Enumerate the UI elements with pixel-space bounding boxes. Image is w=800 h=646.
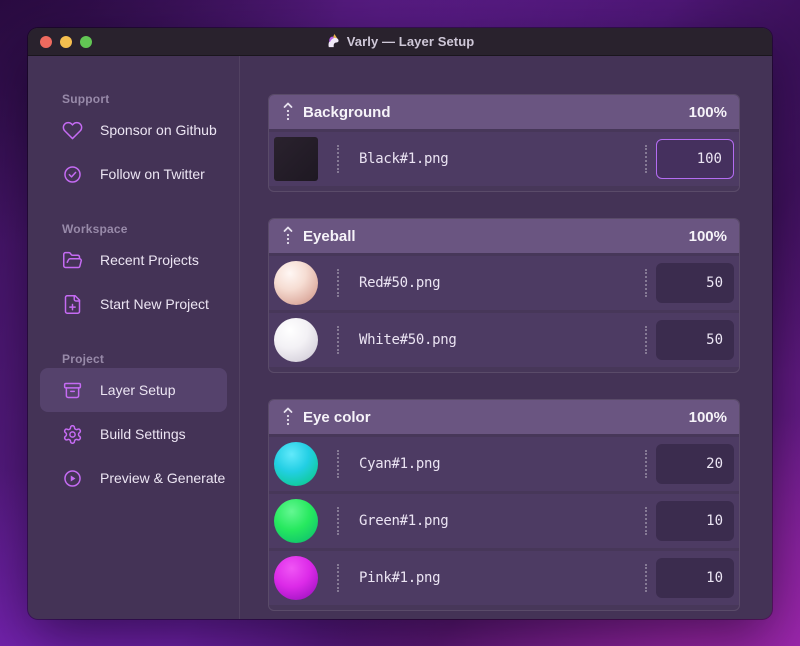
dotted-divider bbox=[645, 507, 647, 535]
traffic-lights bbox=[40, 28, 92, 55]
file-plus-icon bbox=[62, 294, 83, 315]
folder-open-icon bbox=[62, 250, 83, 271]
sidebar-item-label: Follow on Twitter bbox=[100, 166, 205, 182]
layer-filename: Red#50.png bbox=[359, 275, 441, 291]
layer-group-eyeball: Eyeball 100% Red#50.png White#50.png bbox=[268, 218, 740, 373]
layer-group-weight: 100% bbox=[688, 227, 727, 245]
layer-row: Green#1.png bbox=[269, 494, 739, 548]
layer-thumbnail-white-sphere bbox=[274, 318, 318, 362]
layer-group-eye-color: Eye color 100% Cyan#1.png Green#1.png bbox=[268, 399, 740, 611]
sidebar-item-label: Build Settings bbox=[100, 426, 186, 442]
layer-setup-panel: Background 100% Black#1.png 100 Eyeball … bbox=[240, 56, 772, 619]
layer-thumbnail-cyan-sphere bbox=[274, 442, 318, 486]
dotted-divider bbox=[337, 450, 339, 478]
section-title: Support bbox=[62, 92, 110, 106]
gear-icon bbox=[62, 424, 83, 445]
dotted-divider bbox=[645, 269, 647, 297]
layer-weight-input[interactable] bbox=[656, 139, 734, 179]
sidebar: Support Sponsor on Github Follow on Twit… bbox=[28, 56, 240, 619]
dotted-divider bbox=[337, 564, 339, 592]
badge-check-icon bbox=[62, 164, 83, 185]
layer-row: Red#50.png bbox=[269, 256, 739, 310]
sidebar-item-sponsor-on-github[interactable]: Sponsor on Github bbox=[40, 108, 227, 152]
app-window: Varly — Layer Setup Support Sponsor on G… bbox=[28, 28, 772, 619]
layer-group-weight: 100% bbox=[688, 408, 727, 426]
unicorn-icon bbox=[328, 34, 339, 48]
sidebar-item-label: Layer Setup bbox=[100, 382, 176, 398]
drag-handle-icon[interactable] bbox=[282, 406, 294, 428]
drag-handle-icon[interactable] bbox=[282, 101, 294, 123]
section-title: Workspace bbox=[62, 222, 128, 236]
layer-group-header: Background 100% bbox=[269, 95, 739, 129]
play-circle-icon bbox=[62, 468, 83, 489]
section-title: Project bbox=[62, 352, 105, 366]
layer-group-title: Eye color bbox=[303, 408, 371, 426]
sidebar-section-project: Project Layer Setup Build Settings Previ… bbox=[28, 352, 239, 500]
dotted-divider bbox=[337, 269, 339, 297]
sidebar-item-layer-setup[interactable]: Layer Setup bbox=[40, 368, 227, 412]
sidebar-section-workspace: Workspace Recent Projects Start New Proj… bbox=[28, 222, 239, 326]
layer-filename: Black#1.png bbox=[359, 151, 449, 167]
sidebar-item-label: Sponsor on Github bbox=[100, 122, 217, 138]
sidebar-section-support: Support Sponsor on Github Follow on Twit… bbox=[28, 92, 239, 196]
dotted-divider bbox=[645, 564, 647, 592]
dotted-divider bbox=[645, 145, 647, 173]
dotted-divider bbox=[337, 145, 339, 173]
layer-thumbnail-pink-sphere bbox=[274, 556, 318, 600]
dotted-divider bbox=[645, 326, 647, 354]
sidebar-item-label: Preview & Generate bbox=[100, 470, 226, 486]
layer-row: White#50.png bbox=[269, 313, 739, 367]
layer-row: Pink#1.png bbox=[269, 551, 739, 605]
dotted-divider bbox=[645, 450, 647, 478]
close-button[interactable] bbox=[40, 35, 52, 48]
titlebar: Varly — Layer Setup bbox=[28, 28, 772, 56]
sidebar-item-label: Recent Projects bbox=[100, 252, 199, 268]
dotted-divider bbox=[337, 326, 339, 354]
layer-weight-input[interactable] bbox=[656, 444, 734, 484]
minimize-button[interactable] bbox=[60, 35, 72, 48]
zoom-button[interactable] bbox=[80, 35, 92, 48]
window-title: Varly — Layer Setup bbox=[326, 34, 475, 49]
layer-filename: White#50.png bbox=[359, 332, 457, 348]
layer-group-weight: 100% bbox=[688, 103, 727, 121]
dotted-divider bbox=[337, 507, 339, 535]
layer-group-title: Eyeball bbox=[303, 227, 356, 245]
layer-filename: Pink#1.png bbox=[359, 570, 441, 586]
archive-icon bbox=[62, 380, 83, 401]
heart-icon bbox=[62, 120, 83, 141]
sidebar-item-start-new-project[interactable]: Start New Project bbox=[40, 282, 227, 326]
layer-weight-input[interactable] bbox=[656, 263, 734, 303]
layer-thumbnail-red-sphere bbox=[274, 261, 318, 305]
layer-row: Cyan#1.png bbox=[269, 437, 739, 491]
layer-filename: Cyan#1.png bbox=[359, 456, 441, 472]
layer-thumbnail-black bbox=[274, 137, 318, 181]
sidebar-item-build-settings[interactable]: Build Settings bbox=[40, 412, 227, 456]
layer-group-title: Background bbox=[303, 103, 391, 121]
layer-group-background: Background 100% Black#1.png bbox=[268, 94, 740, 192]
sidebar-item-recent-projects[interactable]: Recent Projects bbox=[40, 238, 227, 282]
layer-filename: Green#1.png bbox=[359, 513, 449, 529]
layer-weight-input[interactable] bbox=[656, 501, 734, 541]
sidebar-item-follow-on-twitter[interactable]: Follow on Twitter bbox=[40, 152, 227, 196]
layer-thumbnail-green-sphere bbox=[274, 499, 318, 543]
sidebar-item-label: Start New Project bbox=[100, 296, 209, 312]
layer-row: Black#1.png bbox=[269, 132, 739, 186]
layer-weight-input[interactable] bbox=[656, 558, 734, 598]
window-title-text: Varly — Layer Setup bbox=[346, 34, 475, 49]
layer-group-header: Eyeball 100% bbox=[269, 219, 739, 253]
layer-group-header: Eye color 100% bbox=[269, 400, 739, 434]
layer-weight-input[interactable] bbox=[656, 320, 734, 360]
drag-handle-icon[interactable] bbox=[282, 225, 294, 247]
sidebar-item-preview-generate[interactable]: Preview & Generate bbox=[40, 456, 227, 500]
